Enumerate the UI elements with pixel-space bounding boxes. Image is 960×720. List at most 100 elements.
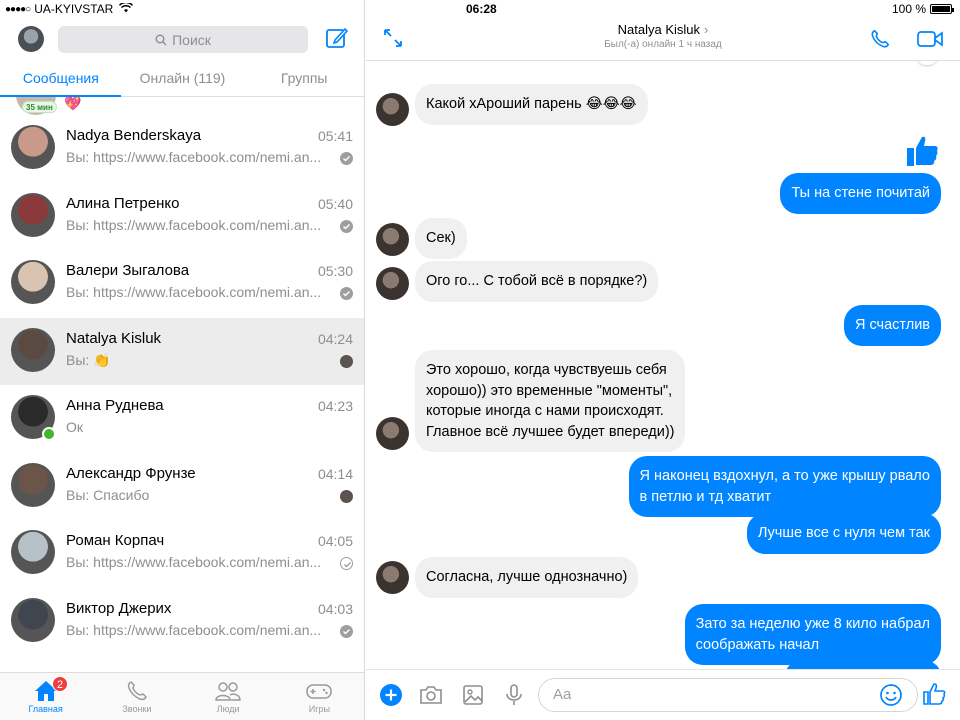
signal-icon: ●●●●○ [5, 3, 31, 15]
conversation-time: 04:05 [317, 533, 353, 549]
phone-call-icon[interactable] [869, 28, 891, 50]
sidebar-header: Поиск [0, 18, 364, 62]
image-icon[interactable] [461, 683, 485, 707]
carrier-label: UA-KYIVSTAR [34, 2, 114, 16]
chevron-right-icon: › [704, 22, 709, 37]
avatar [11, 192, 55, 237]
video-call-icon[interactable] [917, 30, 943, 48]
thumbs-up-icon[interactable] [922, 682, 946, 706]
emoji-icon[interactable] [879, 683, 903, 707]
nav-games[interactable]: Игры [274, 673, 364, 720]
message-composer: Aa [366, 669, 960, 720]
conversation-name: Александр Фрунзе [66, 464, 196, 482]
camera-icon[interactable] [419, 683, 443, 707]
conversation-row[interactable]: Анна Руднева 04:23 Ок [0, 385, 364, 453]
avatar [11, 597, 55, 642]
avatar [11, 125, 55, 169]
tab-online[interactable]: Онлайн (119) [122, 62, 244, 96]
incoming-message[interactable]: Ого го... С тобой всё в порядке?) [415, 261, 659, 302]
chat-pane: 06:28 100 % Natalya Kisluk › Был(-а) онла… [366, 0, 960, 720]
thumbs-up-icon[interactable] [905, 134, 939, 168]
conversation-time: 05:30 [317, 263, 353, 279]
nav-home[interactable]: Главная 2 [0, 673, 91, 720]
contact-avatar [376, 93, 409, 126]
status-bar-left: ●●●●○ UA-KYIVSTAR [5, 0, 134, 18]
contact-avatar [376, 267, 409, 300]
contact-name: Natalya Kisluk [617, 22, 701, 37]
wifi-icon [119, 1, 134, 16]
status-bar-right: 100 % [892, 0, 954, 18]
active-time-badge: 35 мин [22, 101, 57, 113]
sent-check-icon [340, 219, 353, 233]
message-input[interactable]: Aa [538, 678, 918, 712]
sidebar-tabs: Сообщения Онлайн (119) Группы [0, 62, 364, 97]
conversation-preview: Вы: 👏 [66, 351, 111, 368]
conversation-preview: Ок [66, 419, 84, 435]
avatar [11, 260, 55, 304]
conversation-name: Валери Зыгалова [66, 262, 190, 279]
conversation-row[interactable]: Алина Петренко 05:40 Вы: https://www.faceb… [0, 183, 364, 251]
people-icon [215, 682, 241, 701]
conversation-row[interactable]: Александр Фрунзе 04:14 Вы: Спасибо [0, 453, 364, 521]
outgoing-message-partial[interactable] [785, 661, 941, 669]
plus-icon[interactable] [379, 683, 403, 707]
conversation-preview: Вы: https://www.facebook.com/nemi.an... [66, 621, 322, 638]
incoming-message[interactable]: Это хорошо, когда чувствуешь себя хорошо… [415, 350, 686, 452]
outgoing-message[interactable]: Я наконец вздохнул, а то уже крышу рвало… [628, 456, 941, 517]
conversation-sidebar: ●●●●○ UA-KYIVSTAR Поиск Сообщения Онлайн… [0, 0, 365, 720]
nav-home-label: Главная [28, 704, 63, 714]
outgoing-message[interactable]: Я счастлив [843, 305, 941, 346]
conversation-row[interactable]: Валери Зыгалова 05:30 Вы: https://www.face… [0, 250, 364, 318]
online-status-dot [42, 427, 56, 441]
conversation-time: 04:14 [317, 465, 353, 482]
reaction-icon [916, 61, 938, 65]
my-profile-avatar[interactable] [18, 26, 44, 52]
sent-check-icon [340, 624, 353, 638]
outgoing-message[interactable]: Зато за неделю уже 8 кило набрал соображ… [684, 604, 941, 665]
conversation-row[interactable]: Виктор Джерих 04:03 Вы: https://www.facebo… [0, 588, 364, 656]
conversation-time: 05:41 [317, 128, 353, 144]
contact-avatar [376, 417, 409, 450]
incoming-message[interactable]: Какой хАроший парень 😂😂😂 [415, 84, 648, 125]
conversation-row[interactable]: Роман Корпач 04:05 Вы: https://www.faceboo… [0, 520, 364, 588]
search-input[interactable]: Поиск [58, 26, 308, 53]
conversation-name: Виктор Джерих [66, 599, 172, 617]
seen-avatar-icon [340, 354, 353, 368]
tab-groups[interactable]: Группы [243, 62, 364, 96]
conversation-row[interactable]: Natalya Kisluk 04:24 Вы: 👏 [0, 317, 364, 385]
seen-avatar-icon [340, 489, 353, 503]
chat-header: Natalya Kisluk › Был(-а) онлайн 1 ч назад [366, 18, 960, 61]
conversation-list: Nadya Benderskaya 05:41 Вы: https://www.fa… [0, 115, 364, 656]
incoming-message[interactable]: Согласна, лучше однозначно) [415, 557, 639, 598]
incoming-message[interactable]: Сек) [415, 218, 467, 259]
outgoing-message[interactable]: Ты на стене почитай [780, 173, 941, 214]
message-thread: Какой хАроший парень 😂😂😂 Ты на стене поч… [366, 61, 960, 669]
tab-messages[interactable]: Сообщения [0, 62, 122, 96]
status-bar-time: 06:28 [466, 2, 497, 16]
notification-badge: 2 [52, 676, 68, 692]
nav-calls-label: Звонки [122, 704, 152, 714]
contact-avatar [376, 561, 409, 594]
conversation-time: 04:24 [317, 330, 353, 347]
search-placeholder: Поиск [172, 31, 211, 48]
sent-check-icon [340, 287, 353, 300]
gamepad-icon [306, 684, 333, 699]
battery-icon [930, 4, 954, 14]
search-icon [155, 34, 167, 45]
outgoing-message[interactable]: Лучше все с нуля чем так [746, 513, 941, 554]
conversation-name: Алина Петренко [66, 194, 180, 212]
conversation-name: Natalya Kisluk [66, 329, 162, 347]
conversation-row[interactable]: Nadya Benderskaya 05:41 Вы: https://www.fa… [0, 115, 364, 183]
conversation-time: 05:40 [317, 195, 353, 212]
conversation-preview: Вы: https://www.facebook.com/nemi.an... [66, 554, 322, 570]
nav-games-label: Игры [308, 704, 330, 714]
nav-people[interactable]: Люди [183, 673, 274, 720]
message-input-placeholder: Aa [553, 686, 572, 703]
nav-calls[interactable]: Звонки [91, 673, 182, 720]
microphone-icon[interactable] [502, 683, 526, 707]
partial-conversation-row[interactable]: 35 мин 💖 [0, 97, 364, 115]
contact-avatar [376, 223, 409, 256]
conversation-preview: Вы: https://www.facebook.com/nemi.an... [66, 284, 322, 300]
nav-people-label: Люди [216, 704, 240, 714]
compose-icon[interactable] [325, 26, 349, 50]
